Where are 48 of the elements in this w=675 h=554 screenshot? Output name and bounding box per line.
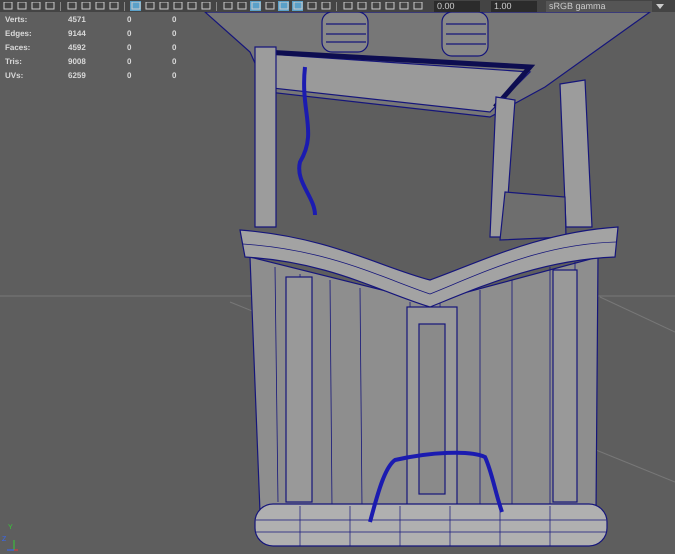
stat-label: UVs: xyxy=(5,70,24,81)
toolbar-icon[interactable] xyxy=(66,1,77,11)
stat-value: 0 xyxy=(127,70,132,81)
toolbar-icon[interactable] xyxy=(186,1,197,11)
toolbar-icon[interactable] xyxy=(412,1,423,11)
toolbar-icon[interactable] xyxy=(44,1,55,11)
toolbar-icon[interactable] xyxy=(342,1,353,11)
exposure-field[interactable]: 0.00 xyxy=(434,0,480,12)
stat-value: 4592 xyxy=(68,42,87,53)
stat-label: Edges: xyxy=(5,28,33,39)
toolbar-icon[interactable] xyxy=(94,1,105,11)
toolbar-icon[interactable] xyxy=(172,1,183,11)
toolbar-icon[interactable] xyxy=(306,1,317,11)
stat-value: 0 xyxy=(127,42,132,53)
stat-label: Verts: xyxy=(5,14,28,25)
stat-value: 0 xyxy=(127,28,132,39)
toolbar-icon[interactable] xyxy=(370,1,381,11)
stat-value: 6259 xyxy=(68,70,87,81)
stat-value: 0 xyxy=(172,56,178,67)
toolbar-icon[interactable] xyxy=(384,1,395,11)
dropdown-arrow-icon[interactable] xyxy=(655,1,665,11)
toolbar-icon[interactable] xyxy=(158,1,169,11)
toolbar-icon[interactable] xyxy=(16,1,27,11)
toolbar-icon[interactable] xyxy=(144,1,155,11)
stat-value: 9008 xyxy=(68,56,87,67)
toolbar-icon[interactable] xyxy=(108,1,119,11)
stat-value: 4571 xyxy=(68,14,87,25)
color-space-dropdown[interactable]: sRGB gamma xyxy=(546,0,652,12)
toolbar-icon[interactable] xyxy=(80,1,91,11)
stat-value: 0 xyxy=(127,14,132,25)
toolbar-icon[interactable] xyxy=(30,1,41,11)
stat-value: 0 xyxy=(127,56,132,67)
toolbar-icon[interactable] xyxy=(2,1,13,11)
toolbar-icon[interactable] xyxy=(236,1,247,11)
stat-value: 0 xyxy=(172,70,178,81)
toolbar-icon[interactable] xyxy=(320,1,331,11)
toolbar-icon[interactable] xyxy=(398,1,409,11)
toolbar-icon[interactable] xyxy=(356,1,367,11)
toolbar-icon[interactable] xyxy=(222,1,233,11)
stat-label: Faces: xyxy=(5,42,32,53)
stat-value: 0 xyxy=(172,14,178,25)
stat-value: 0 xyxy=(172,28,178,39)
stat-label: Tris: xyxy=(5,56,23,67)
toolbar-icon[interactable] xyxy=(264,1,275,11)
stat-value: 0 xyxy=(172,42,178,53)
gamma-field[interactable]: 1.00 xyxy=(491,0,537,12)
stat-value: 9144 xyxy=(68,28,87,39)
toolbar-icon[interactable] xyxy=(200,1,211,11)
